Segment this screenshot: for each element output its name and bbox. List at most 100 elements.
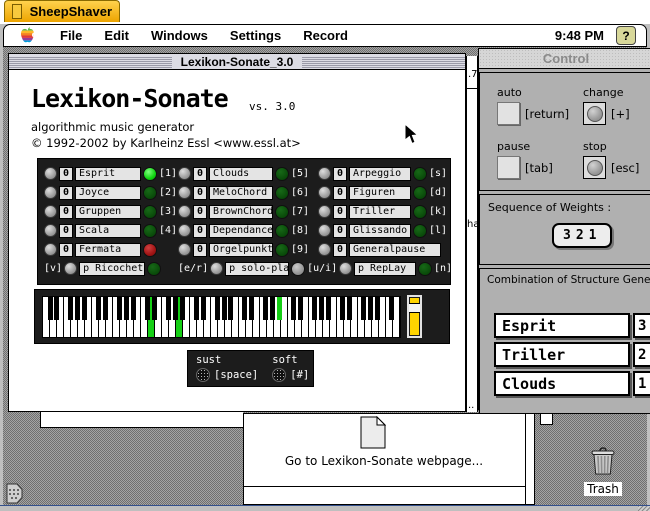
piano-key-black[interactable] bbox=[47, 297, 53, 320]
generator-label-button[interactable]: Gruppen bbox=[75, 204, 141, 219]
structure-generator-name[interactable]: Clouds bbox=[494, 371, 630, 396]
piano-key-black[interactable] bbox=[242, 297, 248, 320]
piano-key-black[interactable] bbox=[318, 297, 324, 320]
generator-count-box[interactable]: 0 bbox=[59, 223, 73, 238]
menu-item-edit[interactable]: Edit bbox=[93, 28, 140, 43]
menu-item-file[interactable]: File bbox=[49, 28, 93, 43]
webpage-link[interactable]: Go to Lexikon-Sonate webpage... bbox=[244, 454, 524, 468]
piano-key-black[interactable] bbox=[277, 297, 283, 320]
piano-key-black[interactable] bbox=[221, 297, 227, 320]
generator-toggle-button[interactable] bbox=[318, 186, 331, 199]
piano-key-black[interactable] bbox=[214, 297, 220, 320]
piano-key-black[interactable] bbox=[374, 297, 380, 320]
generator-count-box[interactable]: 0 bbox=[193, 223, 207, 238]
resize-grip[interactable] bbox=[638, 506, 650, 511]
structure-generator-name[interactable]: Triller bbox=[494, 342, 630, 367]
generator-toggle-button[interactable] bbox=[178, 243, 191, 256]
generator-label-button[interactable]: Triller bbox=[349, 204, 411, 219]
generator-count-box[interactable]: 0 bbox=[193, 242, 207, 257]
trash[interactable]: Trash bbox=[581, 445, 625, 498]
piano-key-black[interactable] bbox=[263, 297, 269, 320]
generator-toggle-button[interactable] bbox=[210, 262, 224, 275]
piano-key-black[interactable] bbox=[131, 297, 136, 320]
piano-key-black[interactable] bbox=[117, 297, 123, 320]
piano-key-black[interactable] bbox=[228, 297, 234, 320]
pause-button[interactable] bbox=[497, 156, 520, 179]
piano-key-black[interactable] bbox=[360, 297, 366, 320]
generator-toggle-button[interactable] bbox=[318, 224, 331, 237]
piano-key-black[interactable] bbox=[54, 297, 60, 320]
host-window-tab[interactable]: SheepShaver bbox=[4, 0, 120, 22]
generator-toggle-button[interactable] bbox=[339, 262, 352, 275]
generator-count-box[interactable]: 0 bbox=[333, 185, 347, 200]
generator-label-button[interactable]: MeloChord bbox=[209, 185, 273, 200]
volume-slider[interactable] bbox=[407, 295, 422, 338]
generator-toggle-button[interactable] bbox=[64, 262, 78, 275]
help-icon[interactable]: ? bbox=[616, 26, 636, 45]
auto-button[interactable] bbox=[497, 102, 520, 125]
piano-key-black[interactable] bbox=[193, 297, 199, 320]
host-tab-button[interactable] bbox=[12, 4, 22, 19]
piano-key-black[interactable] bbox=[144, 297, 150, 320]
generator-label-button[interactable]: Figuren bbox=[349, 185, 411, 200]
generator-label-button[interactable]: Scala bbox=[75, 223, 141, 238]
piano-key-white[interactable] bbox=[302, 297, 309, 337]
piano-key-black[interactable] bbox=[367, 297, 373, 320]
generator-toggle-button[interactable] bbox=[178, 186, 191, 199]
piano-key-black[interactable] bbox=[68, 297, 74, 320]
generator-label-button[interactable]: BrownChord bbox=[209, 204, 273, 219]
generator-toggle-button[interactable] bbox=[178, 167, 191, 180]
generator-count-box[interactable]: 0 bbox=[193, 204, 207, 219]
generator-label-button[interactable]: Joyce bbox=[75, 185, 141, 200]
generator-label-button[interactable]: Orgelpunkt bbox=[209, 242, 273, 257]
generator-count-box[interactable]: 0 bbox=[333, 223, 347, 238]
generator-count-box[interactable]: 0 bbox=[333, 166, 347, 181]
piano-key-black[interactable] bbox=[346, 297, 352, 320]
generator-label-button[interactable]: Dependance bbox=[209, 223, 273, 238]
stop-button[interactable] bbox=[583, 156, 606, 179]
piano-key-black[interactable] bbox=[325, 297, 331, 320]
piano-key-black[interactable] bbox=[75, 297, 81, 320]
piano-key-black[interactable] bbox=[249, 297, 255, 320]
piano-key-black[interactable] bbox=[172, 297, 178, 320]
generator-label-button[interactable]: Fermata bbox=[75, 242, 141, 257]
generator-label-button[interactable]: p RepLay bbox=[354, 261, 416, 276]
piano-key-black[interactable] bbox=[388, 297, 394, 320]
piano-key-black[interactable] bbox=[179, 297, 185, 320]
piano-key-white[interactable] bbox=[379, 297, 386, 337]
structure-generator-weight[interactable]: 1 bbox=[632, 371, 650, 396]
pedal-button[interactable] bbox=[272, 368, 287, 382]
pedal-button[interactable] bbox=[196, 368, 210, 382]
generator-toggle-button[interactable] bbox=[178, 205, 191, 218]
change-button[interactable] bbox=[583, 102, 606, 125]
generator-count-box[interactable]: 0 bbox=[193, 166, 207, 181]
trash-icon[interactable] bbox=[587, 445, 619, 475]
piano-key-black[interactable] bbox=[312, 297, 317, 320]
main-window-titlebar[interactable]: Lexikon-Sonate_3.0 bbox=[9, 54, 465, 70]
structure-generator-weight[interactable]: 2 bbox=[632, 342, 650, 367]
piano-key-black[interactable] bbox=[270, 297, 276, 320]
generator-toggle-button[interactable] bbox=[318, 243, 331, 256]
piano-key-black[interactable] bbox=[165, 297, 171, 320]
generator-count-box[interactable]: 0 bbox=[59, 185, 73, 200]
piano-key-black[interactable] bbox=[200, 297, 206, 320]
menu-item-record[interactable]: Record bbox=[292, 28, 359, 43]
piano-key-black[interactable] bbox=[291, 297, 297, 320]
piano-key-black[interactable] bbox=[151, 297, 157, 320]
generator-count-box[interactable]: 0 bbox=[333, 242, 347, 257]
menu-item-settings[interactable]: Settings bbox=[219, 28, 292, 43]
generator-toggle-button[interactable] bbox=[44, 205, 57, 218]
menu-item-windows[interactable]: Windows bbox=[140, 28, 219, 43]
generator-toggle-button[interactable] bbox=[318, 167, 331, 180]
document-icon[interactable] bbox=[360, 416, 386, 449]
piano-key-white[interactable] bbox=[330, 297, 337, 337]
control-window-titlebar[interactable]: Control bbox=[479, 49, 650, 69]
piano-key-white[interactable] bbox=[351, 297, 358, 337]
generator-toggle-button[interactable] bbox=[44, 186, 57, 199]
structure-generator-name[interactable]: Esprit bbox=[494, 313, 630, 338]
generator-count-box[interactable]: 0 bbox=[333, 204, 347, 219]
generator-count-box[interactable]: 0 bbox=[59, 242, 73, 257]
generator-count-box[interactable]: 0 bbox=[193, 185, 207, 200]
generator-label-button[interactable]: p solo-play bbox=[225, 261, 290, 276]
apple-menu-icon[interactable] bbox=[20, 27, 35, 44]
